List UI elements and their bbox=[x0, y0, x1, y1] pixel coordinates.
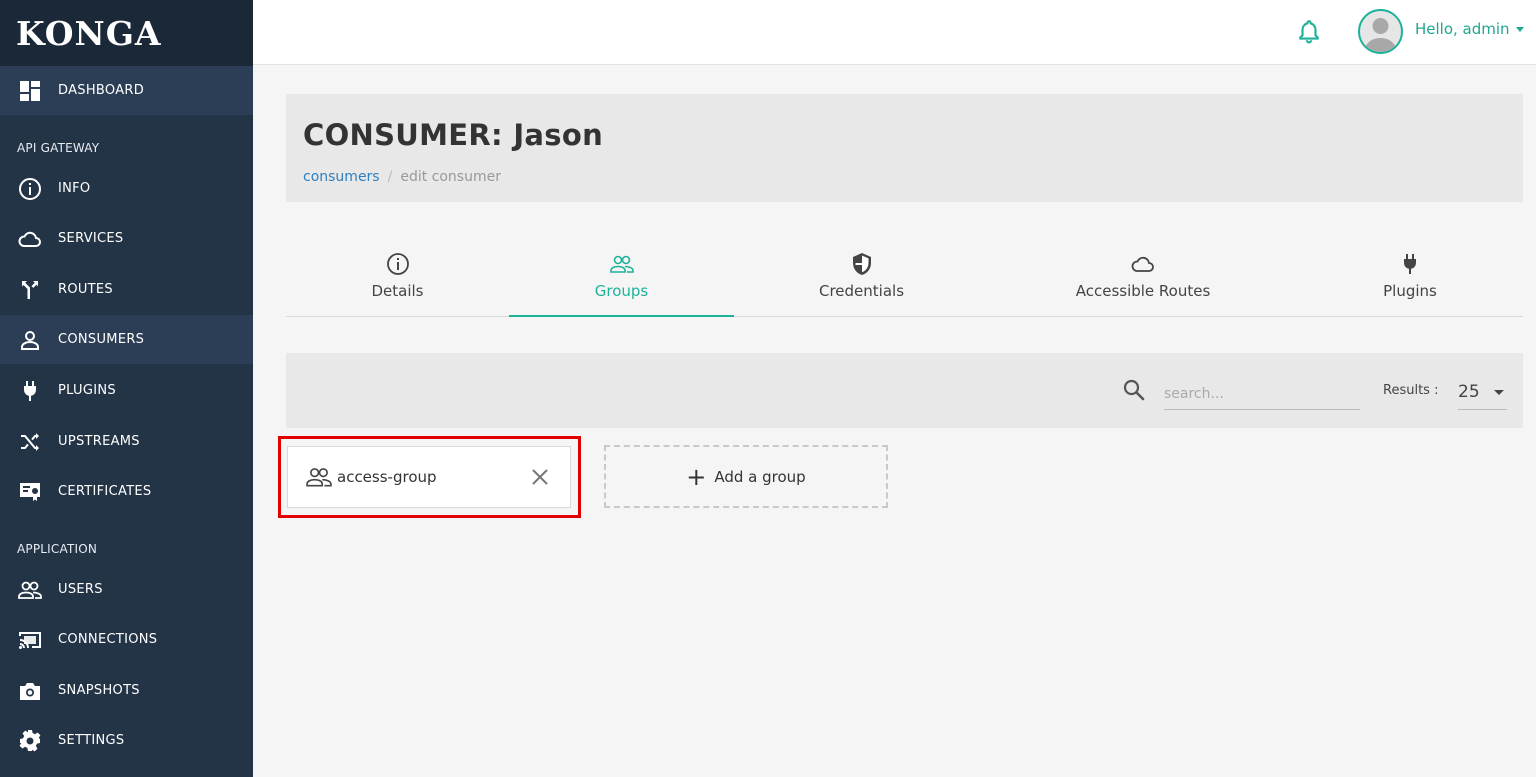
brand-name: KONGA bbox=[16, 13, 162, 53]
page-header: CONSUMER: Jason consumers / edit consumer bbox=[286, 94, 1523, 202]
group-card[interactable]: access-group bbox=[287, 446, 571, 508]
results-label: Results : bbox=[1383, 383, 1439, 398]
sidebar-item-label: PLUGINS bbox=[58, 383, 116, 398]
sidebar-item-info[interactable]: INFO bbox=[0, 164, 253, 213]
cast-icon bbox=[17, 627, 43, 653]
breadcrumb-current: edit consumer bbox=[400, 169, 501, 185]
users-icon bbox=[609, 255, 634, 273]
tab-label: Accessible Routes bbox=[1075, 282, 1211, 300]
bell-icon[interactable] bbox=[1296, 18, 1322, 44]
topbar: Hello, admin bbox=[253, 0, 1536, 65]
avatar-placeholder-icon bbox=[1364, 18, 1397, 52]
tab-label: Details bbox=[371, 282, 424, 300]
plug-icon bbox=[17, 378, 43, 404]
caret-down-icon bbox=[1515, 27, 1524, 32]
sidebar-item-label: SETTINGS bbox=[58, 733, 125, 748]
page-title: CONSUMER: Jason bbox=[303, 118, 604, 152]
info-icon bbox=[17, 176, 43, 202]
sidebar-item-upstreams[interactable]: UPSTREAMS bbox=[0, 417, 253, 466]
section-api-gateway: API GATEWAY bbox=[17, 141, 100, 155]
tab-label: Credentials bbox=[818, 282, 905, 300]
sidebar: KONGA DASHBOARD API GATEWAY INFO SERVICE… bbox=[0, 0, 253, 777]
tab-accessible-routes[interactable]: Accessible Routes bbox=[989, 240, 1297, 317]
tab-label: Plugins bbox=[1383, 282, 1437, 300]
avatar[interactable] bbox=[1358, 9, 1403, 54]
shuffle-icon bbox=[17, 429, 43, 455]
sidebar-item-connections[interactable]: CONNECTIONS bbox=[0, 615, 253, 664]
breadcrumb-separator: / bbox=[387, 169, 393, 185]
sidebar-item-services[interactable]: SERVICES bbox=[0, 214, 253, 263]
add-group-label: Add a group bbox=[714, 467, 806, 486]
tab-label: Groups bbox=[594, 282, 649, 300]
breadcrumb-consumers-link[interactable]: consumers bbox=[303, 169, 380, 185]
dashboard-icon bbox=[17, 78, 43, 104]
sidebar-item-label: INFO bbox=[58, 181, 91, 196]
info-icon bbox=[386, 253, 409, 275]
breadcrumb: consumers / edit consumer bbox=[303, 169, 501, 185]
sidebar-item-label: CERTIFICATES bbox=[58, 484, 152, 499]
search-toolbar: Results : 25 bbox=[286, 353, 1523, 428]
plus-icon: + bbox=[686, 462, 707, 491]
sidebar-item-label: CONNECTIONS bbox=[58, 632, 158, 647]
search-input[interactable] bbox=[1164, 378, 1360, 410]
tab-credentials[interactable]: Credentials bbox=[734, 240, 989, 317]
camera-icon bbox=[17, 678, 43, 704]
sidebar-item-label: CONSUMERS bbox=[58, 332, 145, 347]
sidebar-item-label: UPSTREAMS bbox=[58, 434, 140, 449]
cloud-icon bbox=[1131, 256, 1154, 272]
section-application: APPLICATION bbox=[17, 542, 98, 556]
sidebar-item-plugins[interactable]: PLUGINS bbox=[0, 366, 253, 415]
routes-icon bbox=[17, 277, 43, 303]
sidebar-item-label: DASHBOARD bbox=[58, 83, 145, 98]
tab-details[interactable]: Details bbox=[286, 240, 509, 317]
cloud-icon bbox=[17, 226, 43, 252]
sidebar-item-certificates[interactable]: CERTIFICATES bbox=[0, 467, 253, 516]
caret-down-icon bbox=[1494, 390, 1504, 395]
gear-icon bbox=[17, 728, 43, 754]
user-menu[interactable]: Hello, admin bbox=[1415, 20, 1524, 38]
group-name: access-group bbox=[337, 468, 437, 486]
users-icon bbox=[17, 577, 43, 603]
sidebar-item-label: SNAPSHOTS bbox=[58, 683, 140, 698]
add-group-button[interactable]: + Add a group bbox=[604, 445, 888, 508]
user-greeting: Hello, admin bbox=[1415, 20, 1510, 38]
tab-plugins[interactable]: Plugins bbox=[1297, 240, 1523, 317]
plug-icon bbox=[1404, 254, 1416, 274]
sidebar-item-settings[interactable]: SETTINGS bbox=[0, 716, 253, 765]
certificate-icon bbox=[17, 479, 43, 505]
shield-icon bbox=[852, 253, 871, 275]
sidebar-item-label: ROUTES bbox=[58, 282, 113, 297]
sidebar-item-label: SERVICES bbox=[58, 231, 124, 246]
sidebar-item-consumers[interactable]: CONSUMERS bbox=[0, 315, 253, 364]
results-per-page-select[interactable]: 25 bbox=[1458, 377, 1507, 410]
sidebar-item-snapshots[interactable]: SNAPSHOTS bbox=[0, 666, 253, 715]
sidebar-item-label: USERS bbox=[58, 582, 103, 597]
konga-logo[interactable]: KONGA bbox=[0, 0, 253, 66]
tab-bar: Details Groups Credentials Accessible Ro… bbox=[286, 240, 1523, 317]
search-icon bbox=[1123, 379, 1145, 401]
tab-groups[interactable]: Groups bbox=[509, 240, 734, 317]
user-icon bbox=[17, 327, 43, 353]
users-icon bbox=[306, 468, 332, 487]
sidebar-item-users[interactable]: USERS bbox=[0, 565, 253, 614]
sidebar-item-dashboard[interactable]: DASHBOARD bbox=[0, 66, 253, 115]
sidebar-item-routes[interactable]: ROUTES bbox=[0, 265, 253, 314]
results-value: 25 bbox=[1458, 382, 1480, 402]
close-icon[interactable] bbox=[530, 467, 550, 487]
